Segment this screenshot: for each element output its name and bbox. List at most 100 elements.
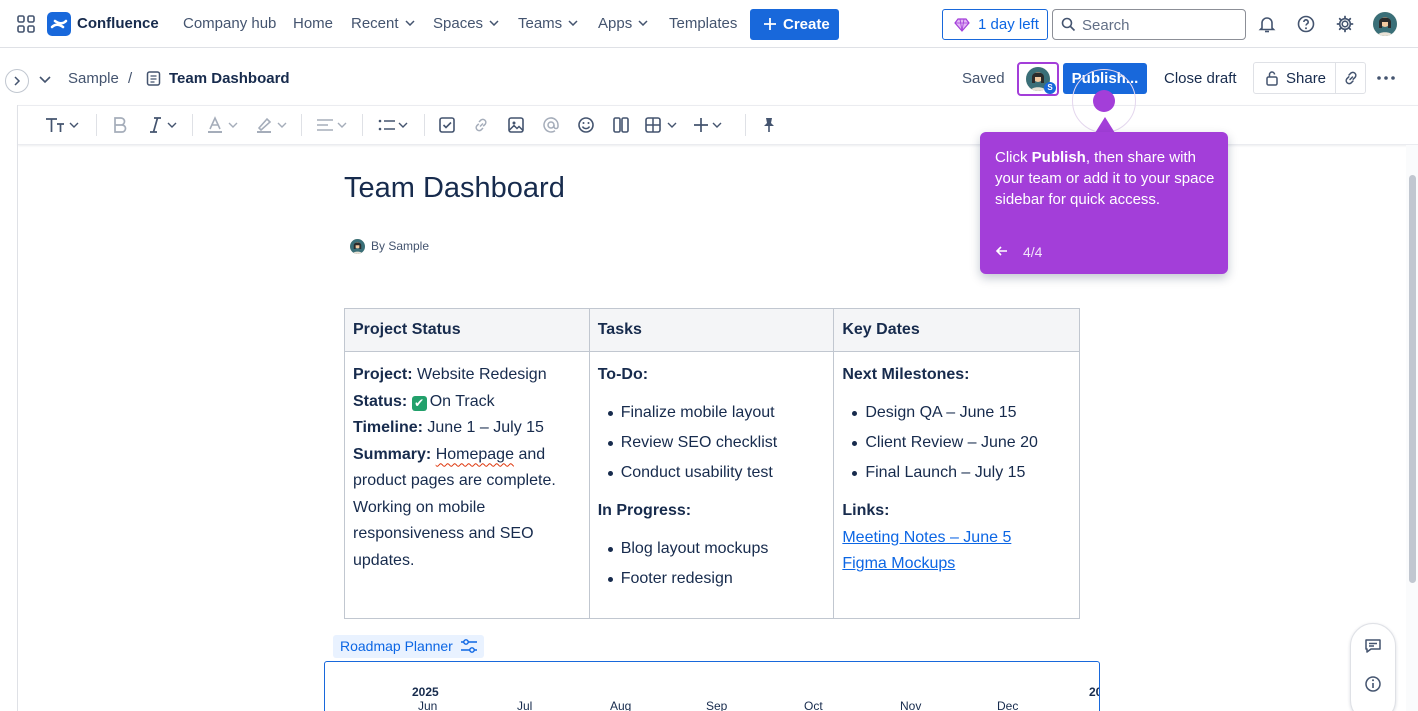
confluence-logo-icon[interactable]	[47, 12, 71, 36]
save-status: Saved	[962, 70, 1005, 87]
page-title[interactable]: Team Dashboard	[344, 172, 565, 205]
bold-icon[interactable]	[111, 114, 129, 136]
nav-recent[interactable]: Recent	[351, 15, 415, 32]
todo-heading: To-Do:	[597, 366, 649, 383]
user-avatar[interactable]	[1373, 12, 1397, 36]
breadcrumb-space[interactable]: Sample	[68, 70, 119, 87]
bullet-list-icon[interactable]	[377, 114, 413, 136]
table-row: Project: Website Redesign Status: ✔ On Tr…	[344, 350, 1080, 620]
nav-label: Home	[293, 15, 334, 32]
roadmap-month: Oct	[804, 699, 823, 711]
links-heading: Links:	[842, 502, 890, 520]
create-button[interactable]: Create	[750, 9, 839, 40]
nav-label: Templates	[669, 15, 738, 32]
text-color-icon[interactable]	[205, 114, 241, 136]
figma-mockups-link[interactable]: Figma Mockups	[842, 555, 955, 572]
chevron-down-icon	[568, 20, 578, 26]
chevron-down-icon	[405, 20, 415, 26]
nav-company-hub[interactable]: Company hub	[183, 15, 276, 32]
list-item: Client Review – June 20	[842, 428, 1071, 458]
in-progress-list: Blog layout mockups Footer redesign	[598, 534, 826, 595]
onboarding-tour-popup: Click Publish, then share with your team…	[980, 132, 1228, 274]
search-icon	[1061, 17, 1076, 32]
table-icon[interactable]	[644, 114, 680, 136]
list-item: Blog layout mockups	[598, 534, 826, 564]
key-dates-cell[interactable]: Next Milestones: Design QA – June 15 Cli…	[833, 350, 1080, 620]
header-key-dates[interactable]: Key Dates	[833, 308, 1080, 352]
nav-label: Recent	[351, 15, 399, 32]
spellcheck-word[interactable]: Homepage	[436, 446, 514, 463]
nav-apps[interactable]: Apps	[598, 15, 648, 32]
tour-text-before: Click	[995, 149, 1032, 166]
info-icon[interactable]	[1364, 675, 1382, 693]
app-switcher-icon[interactable]	[17, 15, 35, 33]
task-checkbox-icon[interactable]	[438, 114, 456, 136]
table-header-row: Project Status Tasks Key Dates	[344, 308, 1080, 352]
check-mark-icon: ✔	[411, 395, 427, 411]
more-actions-icon[interactable]	[1376, 70, 1396, 86]
settings-gear-icon[interactable]	[1335, 14, 1355, 34]
project-value: Website Redesign	[417, 366, 547, 383]
nav-templates[interactable]: Templates	[669, 15, 737, 32]
close-draft-button[interactable]: Close draft	[1164, 70, 1237, 87]
header-tasks[interactable]: Tasks	[588, 308, 835, 352]
image-icon[interactable]	[507, 114, 525, 136]
notifications-bell-icon[interactable]	[1257, 14, 1277, 34]
trial-label: 1 day left	[978, 16, 1039, 33]
meeting-notes-link[interactable]: Meeting Notes – June 5	[842, 529, 1011, 546]
italic-icon[interactable]	[146, 114, 180, 136]
spotlight-beacon[interactable]	[1093, 90, 1115, 112]
share-button[interactable]: Share	[1253, 62, 1336, 94]
chevron-down-icon	[489, 20, 499, 26]
page-icon	[146, 71, 161, 86]
tasks-cell[interactable]: To-Do: Finalize mobile layout Review SEO…	[588, 350, 835, 620]
collaborator-avatar[interactable]: S	[1017, 62, 1059, 96]
expand-sidebar-button[interactable]	[5, 69, 29, 93]
toolbar-divider	[424, 114, 425, 136]
emoji-icon[interactable]	[577, 114, 595, 136]
roadmap-month: Jun	[418, 699, 438, 711]
roadmap-planner[interactable]: 2025 20 Jun Jul Aug Sep Oct Nov Dec	[324, 661, 1100, 711]
chevron-down-icon[interactable]	[38, 72, 52, 86]
toolbar-divider	[192, 114, 193, 136]
arrow-left-icon[interactable]	[995, 244, 1009, 258]
search-input[interactable]	[1082, 15, 1232, 35]
trial-button[interactable]: 1 day left	[942, 9, 1048, 40]
header-project-status[interactable]: Project Status	[344, 308, 590, 352]
nav-home[interactable]: Home	[293, 15, 333, 32]
summary-line: Summary: Homepage and product pages are …	[353, 442, 581, 575]
content-left-border	[17, 105, 18, 711]
app-name[interactable]: Confluence	[77, 15, 159, 32]
roadmap-month: Aug	[610, 699, 632, 711]
copy-link-button[interactable]	[1335, 62, 1366, 94]
mention-icon[interactable]	[542, 114, 560, 136]
project-status-cell[interactable]: Project: Website Redesign Status: ✔ On Tr…	[344, 350, 590, 620]
layouts-icon[interactable]	[612, 114, 630, 136]
search-field[interactable]	[1052, 9, 1246, 40]
tour-message: Click Publish, then share with your team…	[995, 147, 1217, 210]
milestones-list: Design QA – June 15 Client Review – June…	[842, 398, 1071, 489]
text-style-icon[interactable]	[44, 114, 80, 136]
insert-plus-icon[interactable]	[692, 114, 728, 136]
highlight-icon[interactable]	[254, 114, 290, 136]
nav-spaces[interactable]: Spaces	[433, 15, 499, 32]
link-icon[interactable]	[472, 114, 490, 136]
chevron-down-icon	[638, 20, 648, 26]
in-progress-heading: In Progress:	[597, 502, 692, 520]
link-line: Figma Mockups	[842, 551, 1071, 578]
project-line: Project: Website Redesign	[353, 362, 581, 389]
breadcrumb-page[interactable]: Team Dashboard	[169, 70, 290, 87]
help-icon[interactable]	[1296, 14, 1316, 34]
toolbar-divider	[745, 114, 746, 136]
collaborator-initial-badge: S	[1044, 82, 1056, 94]
scrollbar-thumb[interactable]	[1409, 175, 1416, 583]
pin-toolbar-icon[interactable]	[760, 114, 778, 136]
nav-teams[interactable]: Teams	[518, 15, 578, 32]
comments-icon[interactable]	[1364, 637, 1382, 655]
align-icon[interactable]	[315, 114, 351, 136]
list-item: Final Launch – July 15	[842, 458, 1071, 488]
roadmap-planner-macro-label[interactable]: Roadmap Planner	[333, 635, 484, 658]
nav-label: Company hub	[183, 15, 277, 32]
roadmap-month: Sep	[706, 699, 728, 711]
dashboard-table[interactable]: Project Status Tasks Key Dates Project: …	[344, 308, 1080, 620]
